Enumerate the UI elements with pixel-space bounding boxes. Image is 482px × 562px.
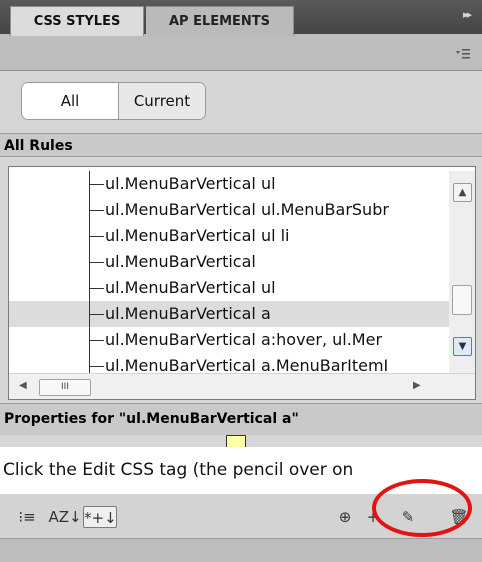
rule-row[interactable]: ul.MenuBarVertical ul li (9, 223, 449, 249)
rule-text: ul.MenuBarVertical ul.MenuBarSubr (105, 200, 389, 219)
horizontal-scroll-thumb[interactable]: III (39, 379, 91, 396)
vertical-scroll-thumb[interactable] (452, 285, 472, 315)
set-properties-view-icon[interactable]: *+↓ (83, 506, 117, 528)
all-rules-header: All Rules (0, 133, 482, 157)
rules-list: ul.MenuBarVertical ul ul.MenuBarVertical… (9, 171, 449, 379)
current-mode-button[interactable]: Current (119, 83, 205, 119)
horizontal-scrollbar[interactable]: ◀ III ▶ (9, 373, 475, 399)
rule-row-selected[interactable]: ul.MenuBarVertical a (9, 301, 449, 327)
scroll-left-icon[interactable]: ◀ (19, 380, 27, 391)
rule-text: ul.MenuBarVertical ul (105, 174, 276, 193)
panel-tab-bar (0, 34, 482, 71)
tab-css-styles[interactable]: CSS STYLES (10, 6, 144, 36)
collapse-icon[interactable]: ▸▸ (463, 8, 472, 21)
rule-row[interactable]: ul.MenuBarVertical ul (9, 275, 449, 301)
attach-style-sheet-icon[interactable]: ⊕ (330, 505, 360, 529)
properties-area (0, 435, 482, 447)
all-mode-button[interactable]: All (22, 83, 119, 119)
category-view-icon[interactable]: ⁝≡ (12, 505, 42, 529)
color-swatch[interactable] (226, 435, 246, 447)
vertical-scrollbar[interactable]: ▲ ▼ (449, 171, 475, 373)
scroll-right-icon[interactable]: ▶ (413, 380, 421, 391)
rule-text: ul.MenuBarVertical (105, 252, 256, 271)
scroll-down-icon[interactable]: ▼ (453, 337, 472, 356)
rule-row[interactable]: ul.MenuBarVertical ul (9, 171, 449, 197)
scroll-up-icon[interactable]: ▲ (453, 183, 472, 202)
panel-menu-icon[interactable] (456, 48, 470, 64)
highlight-circle (372, 479, 472, 537)
rule-text: ul.MenuBarVertical ul li (105, 226, 290, 245)
rule-text: ul.MenuBarVertical ul (105, 278, 276, 297)
rule-text: ul.MenuBarVertical a (105, 304, 271, 323)
rule-row[interactable]: ul.MenuBarVertical (9, 249, 449, 275)
rules-tree: ul.MenuBarVertical ul ul.MenuBarVertical… (8, 166, 476, 400)
tab-ap-elements[interactable]: AP ELEMENTS (146, 6, 294, 36)
rule-row[interactable]: ul.MenuBarVertical a:hover, ul.Mer (9, 327, 449, 353)
rule-text: ul.MenuBarVertical a:hover, ul.Mer (105, 330, 383, 349)
toolbar-bottom-band (0, 538, 482, 562)
rule-row[interactable]: ul.MenuBarVertical ul.MenuBarSubr (9, 197, 449, 223)
mode-switch: All Current (21, 82, 206, 120)
properties-header: Properties for "ul.MenuBarVertical a" (0, 403, 482, 435)
alphabetical-view-icon[interactable]: AZ↓ (48, 505, 82, 529)
